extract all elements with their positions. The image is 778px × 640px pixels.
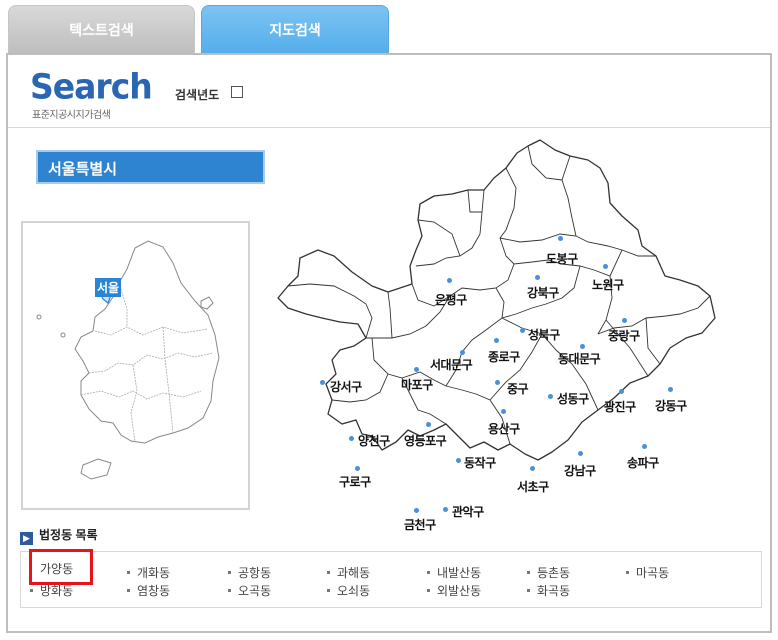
district-jung[interactable]: 중구	[507, 380, 529, 397]
district-dot	[494, 338, 499, 343]
district-gwanak[interactable]: 관악구	[452, 503, 484, 520]
district-nowon[interactable]: 노원구	[592, 276, 624, 293]
district-yongsan[interactable]: 용산구	[488, 420, 520, 437]
search-header: Search 표준지공시지가검색 검색년도	[8, 55, 770, 128]
dong-item[interactable]: 염창동	[127, 582, 170, 599]
year-label: 검색년도	[175, 88, 220, 102]
tab-text-search-label: 텍스트검색	[69, 22, 134, 38]
district-dot	[619, 389, 624, 394]
dong-item-selected[interactable]: 가양동	[29, 549, 93, 585]
district-dot	[426, 422, 431, 427]
district-dobong[interactable]: 도봉구	[546, 250, 578, 267]
district-dot	[535, 275, 540, 280]
dong-item[interactable]: 등촌동	[527, 564, 570, 581]
district-dot	[456, 458, 461, 463]
district-seodaemun[interactable]: 서대문구	[430, 356, 473, 373]
tab-text-search[interactable]: 텍스트검색	[8, 5, 195, 55]
district-gangdong[interactable]: 강동구	[655, 397, 687, 414]
search-logo: Search	[30, 66, 153, 107]
dong-list: 개화동 공항동 과해동 내발산동 등촌동 마곡동 방화동 염창동 오곡동 오쇠동…	[20, 551, 762, 608]
korea-map: 서울	[21, 221, 250, 510]
seoul-district-map: 도봉구 노원구 강북구 은평구 성북구 중랑구 종로구 서대문구 동대문구 마포…	[270, 138, 720, 532]
district-dot	[580, 344, 585, 349]
dong-item[interactable]: 오쇠동	[327, 582, 370, 599]
district-mapo[interactable]: 마포구	[401, 376, 433, 393]
district-gwangjin[interactable]: 광진구	[604, 398, 636, 415]
korea-map-graphic	[36, 240, 220, 480]
district-seocho[interactable]: 서초구	[517, 478, 549, 495]
district-dot	[443, 507, 448, 512]
dong-list-title-text: 법정동 목록	[39, 528, 98, 542]
dong-item[interactable]: 마곡동	[626, 564, 669, 581]
seoul-map-graphic	[277, 139, 716, 461]
district-guro[interactable]: 구로구	[339, 473, 371, 490]
district-eunpyeong[interactable]: 은평구	[435, 291, 467, 308]
dong-item[interactable]: 외발산동	[427, 582, 481, 599]
district-dot	[530, 466, 535, 471]
chevron-right-icon: ▶	[20, 532, 33, 545]
district-seongdong[interactable]: 성동구	[557, 390, 589, 407]
dong-item[interactable]: 과해동	[327, 564, 370, 581]
district-dot	[320, 380, 325, 385]
dong-item[interactable]: 공항동	[228, 564, 271, 581]
district-dot	[414, 508, 419, 513]
dong-item[interactable]: 오곡동	[228, 582, 271, 599]
dong-item[interactable]: 화곡동	[527, 582, 570, 599]
district-dot	[447, 278, 452, 283]
district-dot	[414, 367, 419, 372]
tab-map-search-label: 지도검색	[269, 22, 321, 38]
dong-list-title: ▶ 법정동 목록	[20, 526, 98, 545]
seoul-marker[interactable]: 서울	[95, 278, 121, 297]
dong-item-selected-label: 가양동	[40, 562, 74, 576]
city-select-box[interactable]: 서울특별시	[36, 150, 265, 184]
dong-item[interactable]: 내발산동	[427, 564, 481, 581]
city-label: 서울특별시	[48, 161, 118, 178]
district-dongdaemun[interactable]: 동대문구	[558, 350, 601, 367]
district-songpa[interactable]: 송파구	[627, 454, 659, 471]
district-jongno[interactable]: 종로구	[488, 348, 520, 365]
district-yangcheon[interactable]: 양천구	[358, 432, 390, 449]
district-geumcheon[interactable]: 금천구	[404, 516, 436, 533]
district-dot	[548, 394, 553, 399]
district-dot	[349, 436, 354, 441]
district-dongjak[interactable]: 동작구	[464, 454, 496, 471]
district-gangnam[interactable]: 강남구	[564, 462, 596, 479]
search-panel: Search 표준지공시지가검색 검색년도 서울특별시 서울 도봉구 노원구 강…	[6, 53, 772, 633]
district-dot	[355, 466, 360, 471]
district-seongbuk[interactable]: 성북구	[528, 326, 560, 343]
district-dot	[578, 451, 583, 456]
district-dot	[495, 380, 500, 385]
district-yeongdeungpo[interactable]: 영등포구	[404, 432, 447, 449]
dong-item[interactable]: 개화동	[127, 564, 170, 581]
district-gangseo[interactable]: 강서구	[330, 378, 362, 395]
district-dot	[622, 318, 627, 323]
district-dot	[668, 387, 673, 392]
district-dot	[603, 264, 608, 269]
district-dot	[501, 409, 506, 414]
district-jungnang[interactable]: 중랑구	[608, 327, 640, 344]
search-logo-subtitle: 표준지공시지가검색	[32, 110, 111, 121]
district-dot	[460, 350, 465, 355]
district-dot	[642, 444, 647, 449]
tab-map-search[interactable]: 지도검색	[201, 5, 389, 55]
year-checkbox[interactable]	[231, 86, 243, 98]
district-dot	[520, 328, 525, 333]
district-dot	[558, 236, 563, 241]
district-gangbuk[interactable]: 강북구	[527, 284, 559, 301]
